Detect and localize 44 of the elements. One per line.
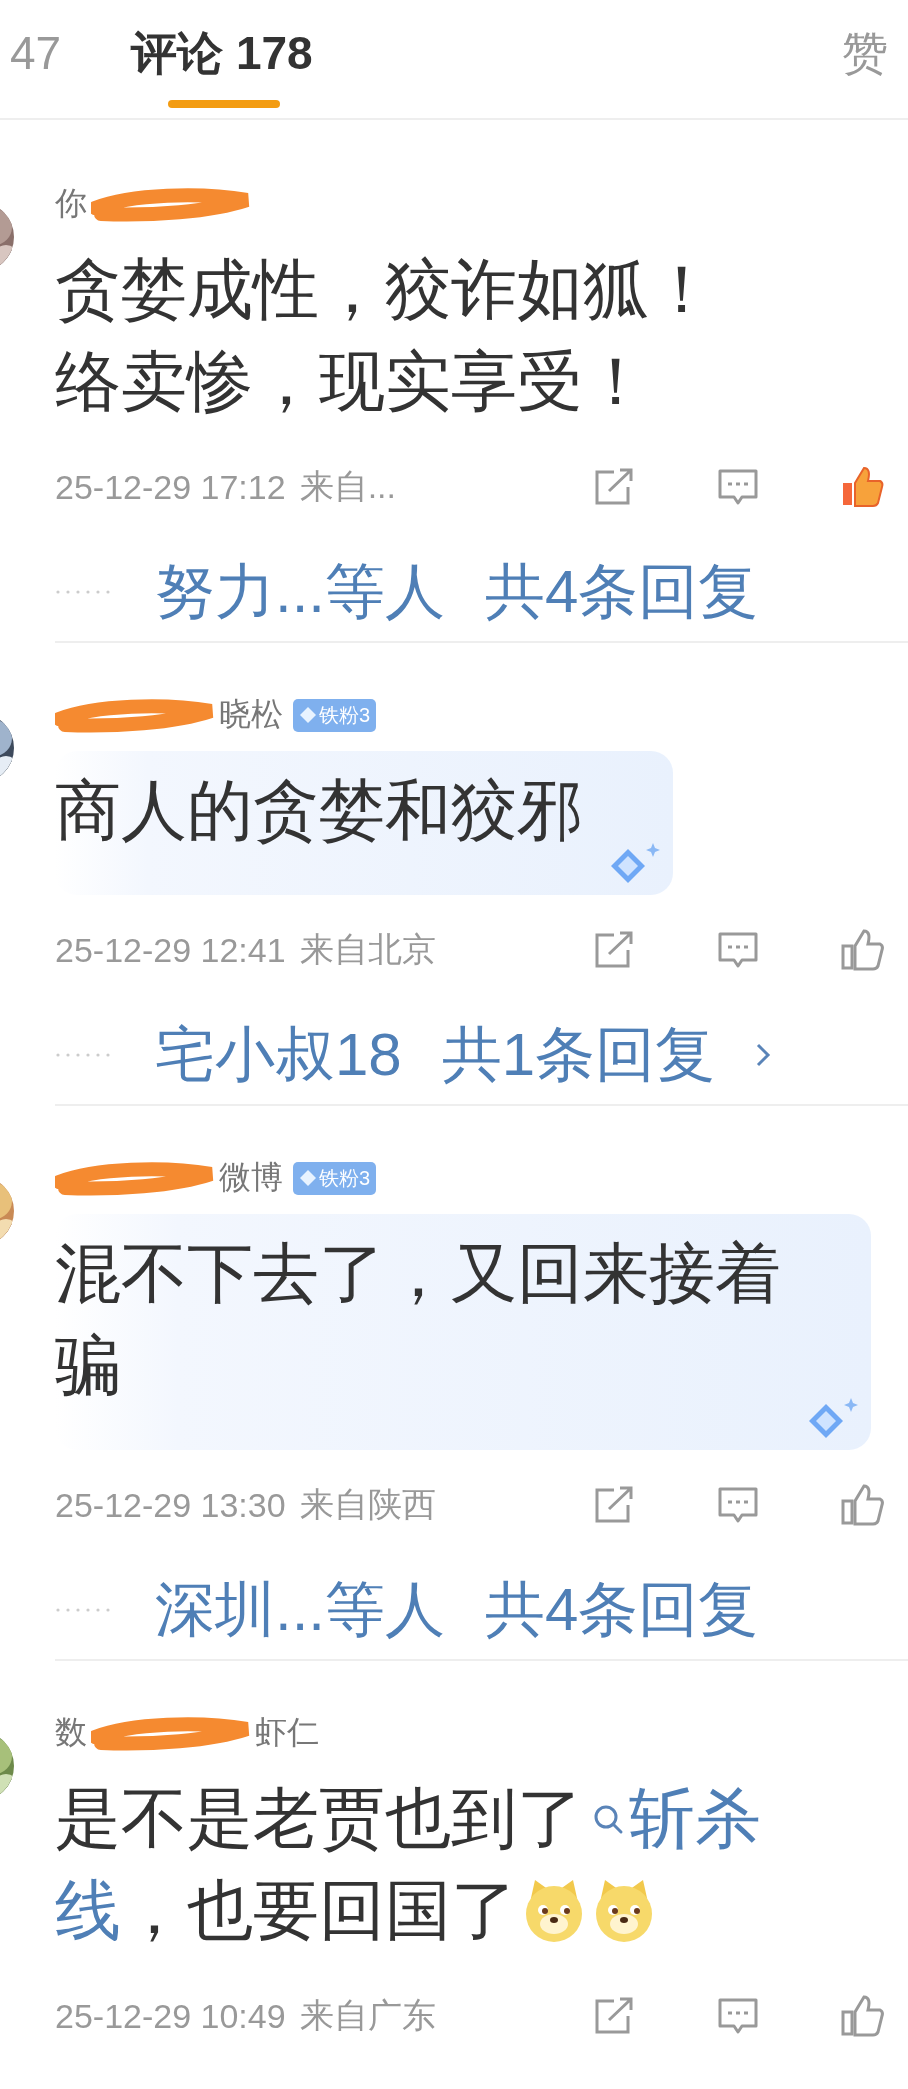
username[interactable]: 微博 xyxy=(219,1156,283,1200)
comment-icon[interactable] xyxy=(716,1996,760,2036)
username[interactable]: 虾仁 xyxy=(255,1711,319,1755)
thumbs-up-icon[interactable] xyxy=(840,1483,884,1527)
comment-text: 络卖惨，现实享受！ xyxy=(55,343,649,420)
username[interactable]: 晓松 xyxy=(219,693,283,737)
diamond-icon xyxy=(299,1169,317,1187)
tab[interactable]: 赞 xyxy=(842,28,888,78)
tab[interactable]: 47 xyxy=(10,28,62,78)
thumbs-up-icon[interactable] xyxy=(840,465,884,509)
comment-text: 混不下去了，又回来接着 xyxy=(55,1235,781,1312)
fan-badge: 铁粉3 xyxy=(293,1161,377,1195)
comment-location: 来自广东 xyxy=(299,1995,436,2036)
comment-time: 25-12-29 10:49 xyxy=(55,1996,286,2036)
comment-location: 来自... xyxy=(299,466,396,507)
chevron-icon[interactable] xyxy=(755,1042,772,1068)
comment-location: 来自北京 xyxy=(299,929,436,970)
reply-count-link[interactable]: 共1条回复 xyxy=(441,1014,716,1096)
reply-count-link[interactable]: 共4条回复 xyxy=(485,551,759,633)
tab[interactable]: 评论 178 xyxy=(131,28,313,78)
reply-count-link[interactable]: 共4条回复 xyxy=(485,1569,759,1651)
comment-time: 25-12-29 13:30 xyxy=(55,1485,286,1525)
comment-time: 25-12-29 12:41 xyxy=(55,930,286,970)
comment-time: 25-12-29 17:12 xyxy=(55,467,286,507)
comment-text: 是不是老贾也到了 xyxy=(55,1780,583,1857)
comment-icon[interactable] xyxy=(716,930,760,970)
comment-icon[interactable] xyxy=(716,467,760,507)
comment-location: 来自陕西 xyxy=(299,1484,436,1525)
reply-names[interactable]: 宅小叔18 xyxy=(155,1014,402,1096)
topic-link[interactable]: 线 xyxy=(55,1866,121,1956)
comment-icon[interactable] xyxy=(716,1485,760,1525)
diamond-icon xyxy=(299,706,317,724)
reply-names[interactable]: 深圳...等人 xyxy=(155,1569,445,1651)
comment-text: 骗 xyxy=(55,1327,121,1404)
topic-link[interactable]: 斩杀 xyxy=(583,1774,761,1864)
fan-badge: 铁粉3 xyxy=(293,698,377,732)
thumbs-up-icon[interactable] xyxy=(840,1994,884,2038)
username[interactable]: 你 xyxy=(55,182,87,226)
comment-text: 商人的贪婪和狡邪 xyxy=(55,772,583,849)
reply-names[interactable]: 努力...等人 xyxy=(155,551,445,633)
comment-text: ，也要回国了 xyxy=(121,1872,517,1949)
thumbs-up-icon[interactable] xyxy=(840,928,884,972)
username[interactable]: 数 xyxy=(55,1711,87,1755)
comment-text: 贪婪成性，狡诈如狐！ xyxy=(55,251,715,328)
